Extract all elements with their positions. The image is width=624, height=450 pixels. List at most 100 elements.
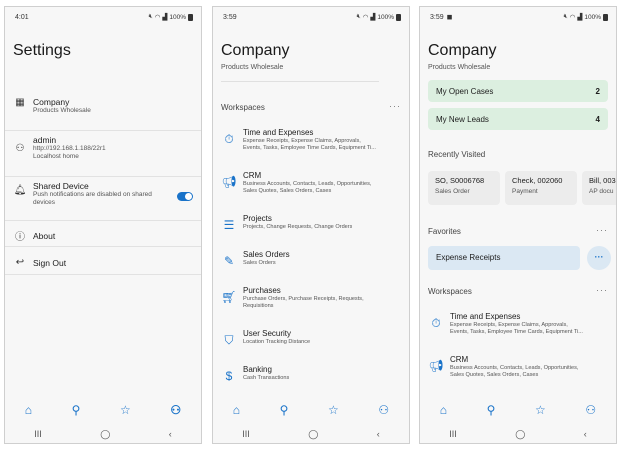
star-icon[interactable]: ☆ (535, 403, 546, 417)
about-label: About (33, 230, 56, 241)
workspace-item[interactable]: 📢︎ CRM Business Accounts, Contacts, Leads,… (221, 171, 403, 195)
workspace-item[interactable]: ⏱ Time and Expenses Expense Receipts, Expe… (428, 312, 610, 336)
user-icon[interactable]: ⚇ (170, 403, 181, 417)
bottom-nav: ⌂ ⚲ ☆ ⚇ (420, 397, 616, 423)
company-label: Company (33, 97, 70, 107)
recents-icon[interactable]: III (449, 429, 457, 439)
building-icon: ▦ (15, 97, 25, 108)
settings-company-item[interactable]: ▦ Company Products Wholesale (5, 97, 201, 131)
workspace-description: Purchase Orders, Purchase Receipts, Requ… (243, 296, 364, 309)
recent-title: Bill, 003 (589, 176, 616, 185)
battery-percent: 100% (169, 13, 186, 21)
recents-icon[interactable]: III (34, 429, 42, 439)
home-button-icon[interactable]: ◯ (100, 429, 110, 440)
more-icon[interactable]: ··· (596, 225, 608, 235)
home-icon[interactable]: ⌂ (25, 403, 32, 417)
search-icon[interactable]: ⚲ (72, 403, 81, 417)
more-icon[interactable]: ··· (389, 101, 401, 111)
workspace-description: Expense Receipts, Expense Claims, Approv… (450, 322, 583, 335)
workspace-item[interactable]: ✎ Sales Orders Sales Orders (221, 250, 403, 269)
user-icon[interactable]: ⚇ (585, 403, 596, 417)
settings-shared-device-item: 🔔︎ Shared Device Push notifications are … (5, 181, 201, 221)
workspace-item[interactable]: ⛉ User Security Location Tracking Distance (221, 329, 403, 348)
mute-icon: 🔇︎ (356, 13, 361, 20)
app-notification-icon: ◼ (446, 14, 453, 21)
workspace-title: CRM (243, 171, 262, 180)
divider (221, 81, 379, 82)
status-time: 4:01 (15, 13, 29, 21)
card-count: 4 (595, 114, 600, 124)
company-workspaces-screen: 3:59 🔇︎ ◠ ▟ 100% Company Products Wholes… (212, 6, 410, 444)
recents-icon[interactable]: III (242, 429, 250, 439)
battery-percent: 100% (584, 13, 601, 21)
status-bar: 3:59 🔇︎ ◠ ▟ 100% (213, 7, 409, 27)
workspace-text: Purchases Purchase Orders, Purchase Recei… (243, 286, 364, 310)
workspace-text: Time and Expenses Expense Receipts, Expen… (243, 128, 376, 152)
workspace-text: CRM Business Accounts, Contacts, Leads, O… (243, 171, 371, 195)
workspace-text: Projects Projects, Change Requests, Chang… (243, 214, 352, 233)
bottom-nav: ⌂ ⚲ ☆ ⚇ (5, 397, 201, 423)
settings-about-item[interactable]: ⓘ About (5, 225, 201, 247)
status-bar: 4:01 🔇︎ ◠ ▟ 100% (5, 7, 201, 27)
system-nav: III ◯ ‹ (420, 425, 616, 443)
workspace-text: Time and Expenses Expense Receipts, Expen… (450, 312, 583, 336)
user-icon[interactable]: ⚇ (378, 403, 389, 417)
page-title: Company (428, 42, 497, 59)
battery-icon (603, 13, 608, 21)
settings-user-item[interactable]: ⚇ admin http://192.168.1.188/22r1 Localh… (5, 135, 201, 177)
user-home: Localhost home (33, 153, 79, 160)
workspace-description: Cash Transactions (243, 375, 290, 381)
workspace-description: Business Accounts, Contacts, Leads, Oppo… (450, 365, 579, 378)
workspace-item[interactable]: ☰ Projects Projects, Change Requests, Chan… (221, 214, 403, 233)
workspace-description: Business Accounts, Contacts, Leads, Oppo… (243, 181, 372, 194)
star-icon[interactable]: ☆ (328, 403, 339, 417)
more-icon[interactable]: ··· (596, 285, 608, 295)
status-bar: 3:59 ◼ 🔇︎ ◠ ▟ 100% (420, 7, 616, 27)
gantt-icon: ☰ (223, 218, 235, 232)
workspace-title: User Security (243, 329, 292, 338)
back-icon[interactable]: ‹ (377, 429, 380, 439)
workspace-title: CRM (450, 355, 469, 364)
recently-visited-label: Recently Visited (428, 150, 486, 159)
favorite-expense-receipts[interactable]: Expense Receipts (428, 246, 580, 270)
recent-card[interactable]: Check, 002060 Payment (505, 171, 577, 205)
search-icon[interactable]: ⚲ (280, 403, 289, 417)
star-icon[interactable]: ☆ (120, 403, 131, 417)
workspace-item[interactable]: ⏱ Time and Expenses Expense Receipts, Expe… (221, 128, 403, 152)
home-button-icon[interactable]: ◯ (515, 429, 525, 440)
workspaces-label: Workspaces (221, 103, 265, 112)
settings-signout-item[interactable]: ↩ Sign Out (5, 251, 201, 275)
shared-device-toggle[interactable] (177, 192, 193, 201)
recent-title: Check, 002060 (512, 176, 563, 185)
status-time: 3:59 (430, 13, 444, 21)
signout-icon: ↩ (15, 257, 25, 268)
workspace-title: Purchases (243, 286, 281, 295)
recent-card[interactable]: SO, S0006768 Sales Order (428, 171, 500, 205)
workspace-title: Time and Expenses (243, 128, 314, 137)
search-icon[interactable]: ⚲ (487, 403, 496, 417)
home-icon[interactable]: ⌂ (440, 403, 447, 417)
workspace-item[interactable]: $ Banking Cash Transactions (221, 365, 403, 384)
workspace-item[interactable]: 📢︎ CRM Business Accounts, Contacts, Leads,… (428, 355, 610, 379)
battery-icon (188, 13, 193, 21)
back-icon[interactable]: ‹ (584, 429, 587, 439)
user-url: http://192.168.1.188/22r1 (33, 145, 106, 152)
company-home-screen: 3:59 ◼ 🔇︎ ◠ ▟ 100% Company Products Whol… (419, 6, 617, 444)
back-icon[interactable]: ‹ (169, 429, 172, 439)
home-icon[interactable]: ⌂ (233, 403, 240, 417)
system-nav: III ◯ ‹ (213, 425, 409, 443)
home-button-icon[interactable]: ◯ (308, 429, 318, 440)
stopwatch-icon: ⏱ (431, 316, 441, 330)
mute-icon: 🔇︎ (148, 13, 153, 20)
recent-card[interactable]: Bill, 003 AP docu (582, 171, 616, 205)
bottom-nav: ⌂ ⚲ ☆ ⚇ (213, 397, 409, 423)
favorite-more-button[interactable]: ··· (587, 246, 611, 270)
new-leads-card[interactable]: My New Leads 4 (428, 108, 608, 130)
page-title: Company (221, 42, 290, 59)
page-subtitle: Products Wholesale (428, 64, 491, 71)
open-cases-card[interactable]: My Open Cases 2 (428, 80, 608, 102)
workspace-description: Sales Orders (243, 260, 276, 266)
workspace-item[interactable]: 🛒︎ Purchases Purchase Orders, Purchase Rec… (221, 286, 403, 310)
signal-icon: ▟ (162, 14, 168, 21)
status-icons: 🔇︎ ◠ ▟ 100% (149, 13, 193, 21)
